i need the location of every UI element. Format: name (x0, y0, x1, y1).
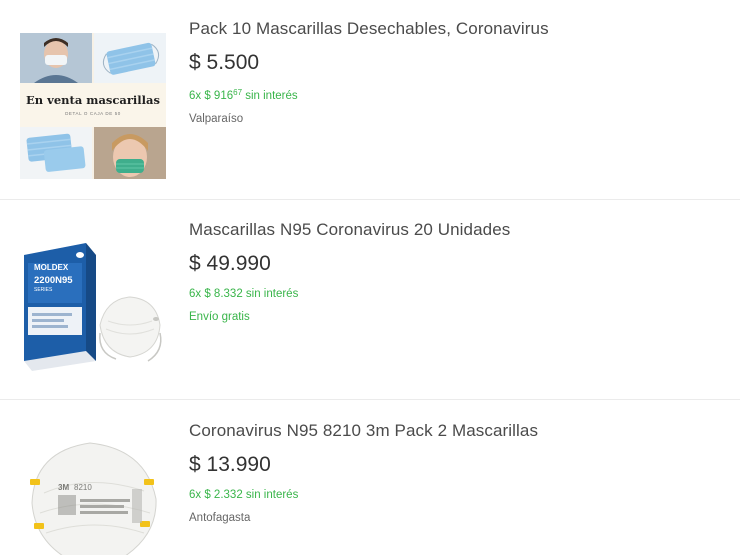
product-thumbnail[interactable]: En venta mascarillas DETAL O CAJA DE 50 (20, 33, 166, 179)
item-price: $ 13.990 (189, 453, 271, 476)
product-thumbnail[interactable]: 3M 8210 (20, 433, 166, 555)
result-item-mascarillas-n95-20[interactable]: MOLDEX 2200N95 SERIES Mascarillas N95 Co… (0, 199, 740, 400)
item-location: Valparaíso (189, 113, 244, 125)
image-subline: DETAL O CAJA DE 50 (65, 111, 121, 116)
item-price: $ 49.990 (189, 252, 271, 275)
item-info: Mascarillas N95 Coronavirus 20 Unidades … (189, 220, 510, 324)
search-results-list: En venta mascarillas DETAL O CAJA DE 50 … (0, 0, 740, 555)
item-installments: 6x $ 2.332 sin interés (189, 489, 299, 501)
item-title[interactable]: Pack 10 Mascarillas Desechables, Coronav… (189, 19, 549, 39)
image-headline: En venta mascarillas (26, 93, 160, 107)
mask-brand-label: 3M (58, 483, 70, 492)
box-brand-label: MOLDEX (34, 263, 69, 272)
item-title[interactable]: Mascarillas N95 Coronavirus 20 Unidades (189, 220, 510, 240)
installments-suffix: sin interés (242, 90, 298, 102)
item-location: Antofagasta (189, 512, 251, 524)
product-thumbnail[interactable]: MOLDEX 2200N95 SERIES (20, 233, 166, 379)
installments-main: 6x $ 916 (189, 90, 234, 102)
item-info: Coronavirus N95 8210 3m Pack 2 Mascarill… (189, 421, 538, 525)
item-installments: 6x $ 91667 sin interés (189, 86, 549, 103)
item-free-shipping: Envío gratis (189, 311, 250, 323)
mask-model-label: 8210 (74, 483, 92, 492)
item-info: Pack 10 Mascarillas Desechables, Coronav… (189, 19, 549, 126)
n95-box-image (20, 233, 166, 379)
item-installments: 6x $ 8.332 sin interés (189, 288, 299, 300)
installments-cents: 67 (233, 88, 243, 97)
item-title[interactable]: Coronavirus N95 8210 3m Pack 2 Mascarill… (189, 421, 538, 441)
box-model-label: 2200N95 (34, 275, 73, 286)
box-series-label: SERIES (34, 287, 53, 293)
result-item-pack-10-mascarillas[interactable]: En venta mascarillas DETAL O CAJA DE 50 … (0, 0, 740, 201)
item-price: $ 5.500 (189, 51, 260, 74)
result-item-n95-8210-3m[interactable]: 3M 8210 Coronavirus N95 8210 3m Pack 2 M… (0, 399, 740, 555)
3m-mask-image (20, 433, 166, 555)
